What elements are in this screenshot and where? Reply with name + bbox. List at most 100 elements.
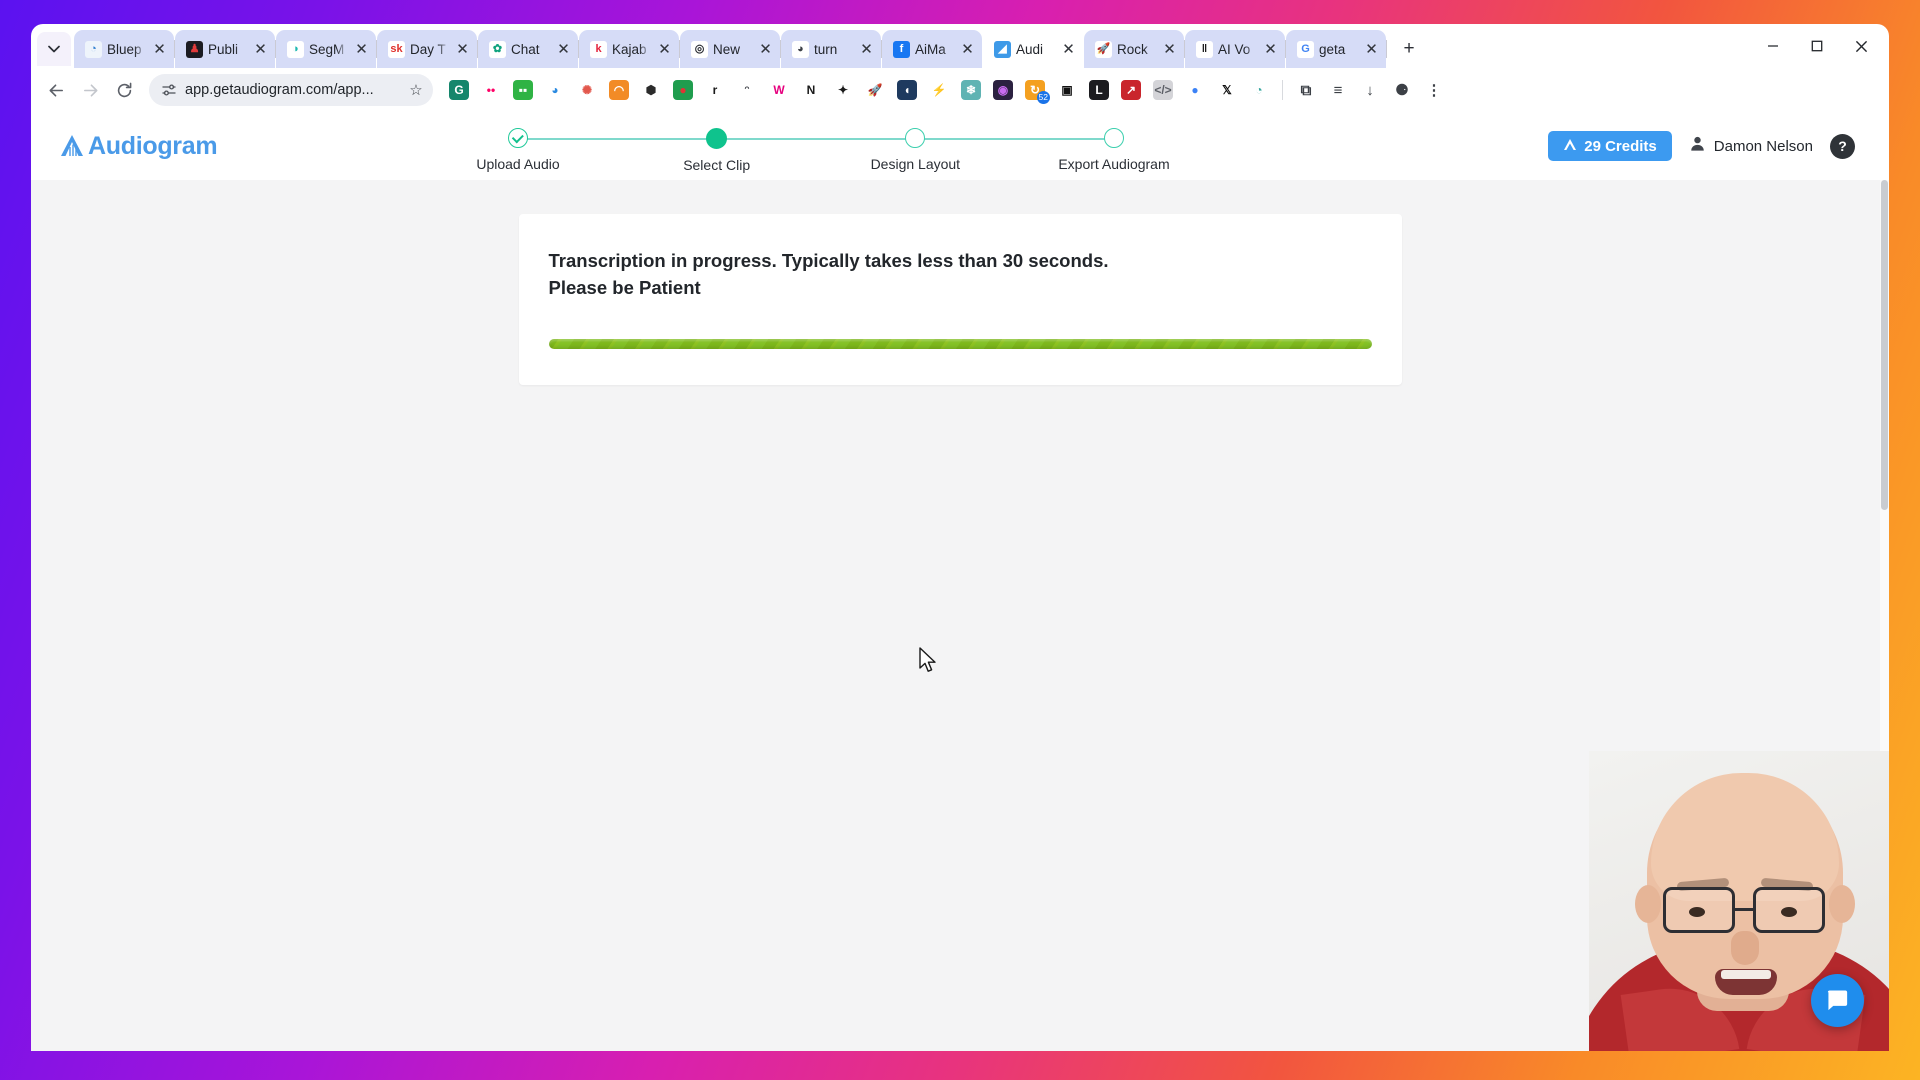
- red-arrow-extension[interactable]: ↗: [1115, 74, 1147, 106]
- tab-close-button[interactable]: ✕: [555, 41, 572, 58]
- tab-close-button[interactable]: ✕: [959, 41, 976, 58]
- ai-sparkle-extension[interactable]: ✦: [827, 74, 859, 106]
- tab-close-button[interactable]: ✕: [151, 41, 168, 58]
- blue-globe-extension[interactable]: ●: [1179, 74, 1211, 106]
- address-bar[interactable]: app.getaudiogram.com/app... ☆: [149, 74, 433, 106]
- wondershare-extension[interactable]: W: [763, 74, 795, 106]
- browser-tab[interactable]: ‖ AI Vo ✕: [1185, 30, 1286, 68]
- sk-red-favicon-icon: sk: [388, 40, 405, 58]
- robot-teal-favicon-icon: ◑: [287, 40, 304, 58]
- minimize-icon: [1768, 45, 1778, 47]
- pause-bars-favicon-icon: ‖: [1196, 40, 1213, 58]
- tab-close-button[interactable]: ✕: [1161, 41, 1178, 58]
- extension-badge: 52: [1036, 91, 1050, 104]
- rss-feed-extension[interactable]: ◠: [603, 74, 635, 106]
- honey-extension[interactable]: ⬢: [635, 74, 667, 106]
- forward-button[interactable]: [73, 73, 107, 107]
- tab-close-button[interactable]: ✕: [1363, 41, 1380, 58]
- browser-tab[interactable]: ◎ New ✕: [680, 30, 781, 68]
- intercom-chat-launcher[interactable]: [1811, 974, 1864, 1027]
- dark-l-extension[interactable]: L: [1083, 74, 1115, 106]
- grammarly-extension[interactable]: G: [443, 74, 475, 106]
- stepper-step-export-audiogram[interactable]: Export Audiogram: [1047, 118, 1181, 172]
- notion-extension[interactable]: N: [795, 74, 827, 106]
- reload-button[interactable]: [107, 73, 141, 107]
- media-playlist-button[interactable]: ≡: [1322, 74, 1354, 106]
- help-button[interactable]: ?: [1830, 133, 1855, 159]
- maximize-button[interactable]: [1795, 26, 1839, 66]
- owl-purple-extension[interactable]: ◉: [987, 74, 1019, 106]
- tab-close-button[interactable]: ✕: [1060, 41, 1077, 58]
- tab-title: Bluep: [107, 41, 142, 57]
- extensions-puzzle-icon: ⧉: [1300, 81, 1312, 99]
- audiogram-logo[interactable]: Audiogram: [59, 132, 218, 161]
- profile-avatar-button[interactable]: ⚈: [1386, 74, 1418, 106]
- teal-swirl-extension[interactable]: ◔: [1243, 74, 1275, 106]
- raycast-extension[interactable]: r: [699, 74, 731, 106]
- step-dot-icon[interactable]: [1104, 128, 1124, 148]
- tab-close-button[interactable]: ✕: [454, 41, 471, 58]
- new-tab-button[interactable]: +: [1394, 34, 1424, 64]
- browser-tab[interactable]: ✿ Chat ✕: [478, 30, 579, 68]
- tab-close-button[interactable]: ✕: [757, 41, 774, 58]
- close-window-button[interactable]: [1839, 26, 1883, 66]
- site-settings-icon[interactable]: [161, 82, 177, 98]
- colorful-nodes-extension[interactable]: ••: [475, 74, 507, 106]
- minimize-button[interactable]: [1751, 26, 1795, 66]
- square-frame-extension[interactable]: ▣: [1051, 74, 1083, 106]
- code-tag-extension[interactable]: </>: [1147, 74, 1179, 106]
- step-dot-icon[interactable]: [706, 128, 728, 149]
- browser-tab[interactable]: ◢ Audi ✕: [983, 30, 1083, 68]
- openai-swirl-favicon-icon: ✿: [489, 40, 506, 58]
- tab-title: SegM: [309, 41, 345, 57]
- rocket-extension[interactable]: 🚀: [859, 74, 891, 106]
- stepper-step-upload-audio[interactable]: Upload Audio: [451, 118, 585, 172]
- browser-tab[interactable]: 🚀 Rock ✕: [1084, 30, 1185, 68]
- screen-recorder-extension[interactable]: ▪▪: [507, 74, 539, 106]
- step-dot-icon[interactable]: [905, 128, 926, 148]
- tab-title: Audi: [1016, 41, 1044, 57]
- scrollbar-thumb[interactable]: [1881, 180, 1888, 510]
- browser-tab[interactable]: ◑ SegM ✕: [276, 30, 377, 68]
- raycast-icon: r: [705, 80, 725, 100]
- tab-close-button[interactable]: ✕: [858, 41, 875, 58]
- browser-tab[interactable]: sk Day T ✕: [377, 30, 478, 68]
- credits-button[interactable]: 29 Credits: [1548, 131, 1672, 161]
- tab-close-button[interactable]: ✕: [656, 41, 673, 58]
- extensions-bar: G •• ▪▪ ◕ ✺ ◠ ⬢ ● r ᵔ W N ✦ 🚀 ◖ ⚡ ❄ ◉ ↻ 52 ▣ L ↗ </> ● 𝕏 ◔ ⧉ ≡ ↓ ⚈ ⋮: [443, 74, 1879, 106]
- browser-tab[interactable]: ♟ Publi ✕: [175, 30, 276, 68]
- extensions-puzzle-button[interactable]: ⧉: [1290, 74, 1322, 106]
- microphone-extension[interactable]: ᵔ: [731, 74, 763, 106]
- x-twitter-extension[interactable]: 𝕏: [1211, 74, 1243, 106]
- stepper-step-select-clip[interactable]: Select Clip: [650, 118, 784, 173]
- tab-close-button[interactable]: ✕: [1262, 41, 1279, 58]
- edge-swirl-extension[interactable]: ◕: [539, 74, 571, 106]
- browser-tab[interactable]: f AiMa ✕: [882, 30, 982, 68]
- tab-close-button[interactable]: ✕: [353, 41, 370, 58]
- page-scrollbar[interactable]: [1880, 180, 1889, 1051]
- browser-tab[interactable]: ◕ turn ✕: [781, 30, 882, 68]
- stepper-step-design-layout[interactable]: Design Layout: [848, 118, 982, 172]
- back-arrow-icon: [49, 83, 63, 97]
- color-wheel-extension[interactable]: ✺: [571, 74, 603, 106]
- snowflake-extension[interactable]: ❄: [955, 74, 987, 106]
- tab-close-button[interactable]: ✕: [252, 41, 269, 58]
- orange-loop-extension[interactable]: ↻ 52: [1019, 74, 1051, 106]
- browser-tab[interactable]: ◔ Bluep ✕: [74, 30, 175, 68]
- browser-toolbar: app.getaudiogram.com/app... ☆ G •• ▪▪ ◕ ✺ ◠ ⬢ ●…: [31, 68, 1889, 112]
- moon-badge-icon: ◖: [897, 80, 917, 100]
- downloads-button[interactable]: ↓: [1354, 74, 1386, 106]
- credits-label: 29 Credits: [1584, 137, 1657, 155]
- video-record-extension[interactable]: ●: [667, 74, 699, 106]
- step-dot-icon[interactable]: [508, 128, 528, 148]
- browser-tab[interactable]: Ggeta ✕: [1286, 30, 1387, 68]
- code-tag-icon: </>: [1153, 80, 1173, 100]
- bookmark-star-icon[interactable]: ☆: [407, 81, 425, 99]
- browser-tab[interactable]: k Kajab ✕: [579, 30, 680, 68]
- tab-search-button[interactable]: [37, 32, 71, 66]
- back-button[interactable]: [39, 73, 73, 107]
- chrome-menu-button[interactable]: ⋮: [1418, 74, 1450, 106]
- lightning-extension[interactable]: ⚡: [923, 74, 955, 106]
- user-menu[interactable]: Damon Nelson: [1689, 135, 1813, 157]
- moon-badge-extension[interactable]: ◖: [891, 74, 923, 106]
